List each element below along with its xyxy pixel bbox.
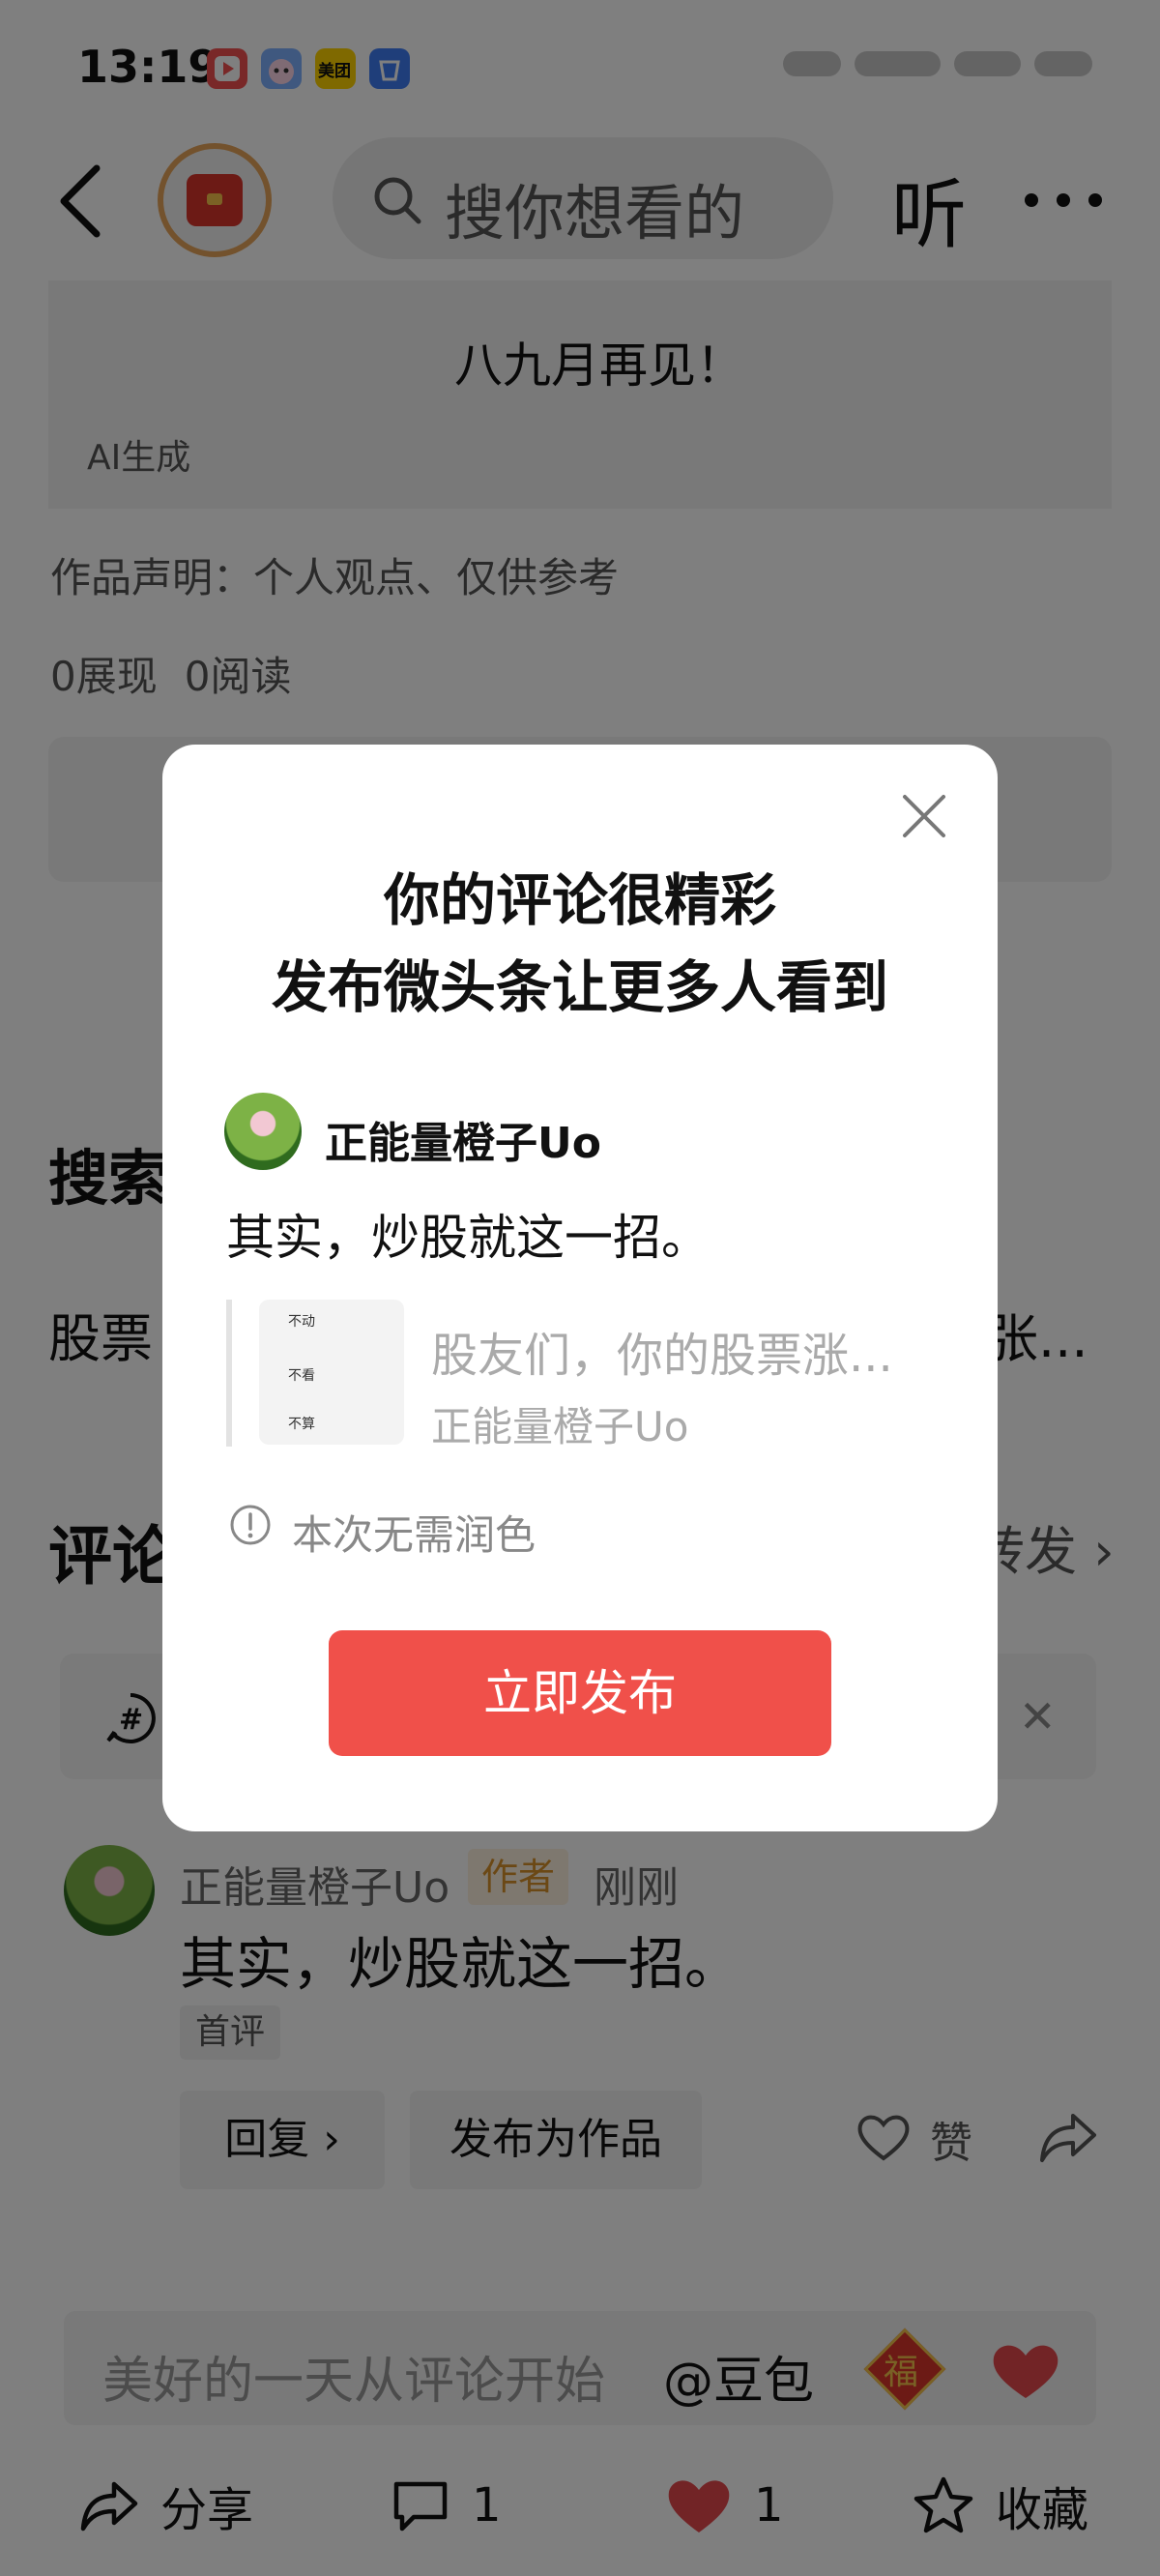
quoted-article-thumbnail: 不动 不看 不算 [259,1300,404,1445]
modal-author-avatar [224,1093,302,1170]
modal-title-line2: 发布微头条让更多人看到 [271,954,888,1020]
modal-author-name: 正能量橙子Uo [325,1119,601,1168]
quoted-article-author: 正能量橙子Uo [431,1403,689,1450]
quoted-article-title: 股友们，你的股票涨... [431,1329,893,1383]
no-polish-note: 本次无需润色 [292,1511,536,1559]
modal-comment-text: 其实，炒股就这一招。 [226,1210,710,1266]
info-icon [230,1505,271,1545]
quote-divider [226,1300,232,1447]
thumb-line: 不看 [288,1368,315,1384]
modal-title-line1: 你的评论很精彩 [383,867,776,933]
publish-now-button[interactable]: 立即发布 [329,1630,831,1756]
thumb-line: 不算 [288,1417,315,1432]
thumb-line: 不动 [288,1314,315,1330]
close-icon[interactable] [899,791,949,841]
